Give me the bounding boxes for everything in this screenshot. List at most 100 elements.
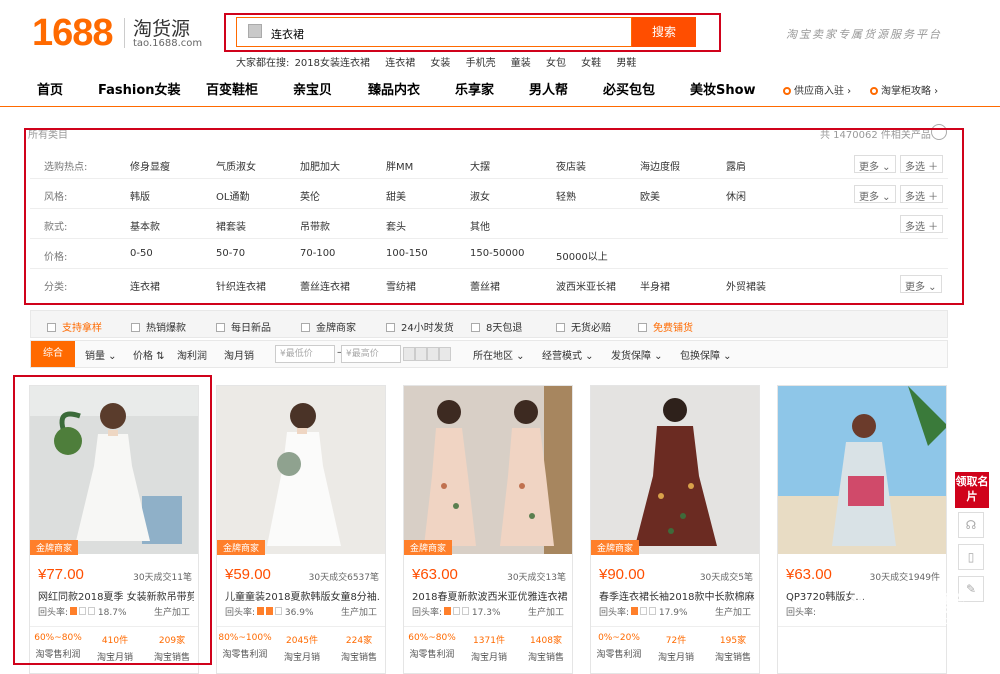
checkbox-gold[interactable]: 金牌商家 (301, 319, 356, 334)
checkbox-free[interactable]: 免费铺货 (638, 319, 693, 334)
logo-divider (124, 18, 125, 48)
nav-item-bags[interactable]: 必买包包 (603, 79, 655, 98)
rating-bar-icon (257, 607, 265, 615)
gold-merchant-badge: 金牌商家 (217, 540, 266, 555)
repeat-rate-value: 36.9% (284, 608, 314, 618)
checkbox-sample[interactable]: 支持拿样 (47, 319, 102, 334)
sort-sales[interactable]: 销量 ⌄ (85, 347, 117, 362)
product-title[interactable]: 春季连衣裙长袖2018款中长款棉麻... (599, 588, 755, 603)
repeat-rate-label: 回头率: (225, 608, 256, 618)
dropdown-label: 所在地区 (473, 351, 513, 362)
repeat-rate-value: 17.3% (471, 608, 501, 618)
sort-price[interactable]: 价格 ⇅ (133, 347, 165, 362)
dropdown-label: 发货保障 (611, 351, 651, 362)
dropdown-label: 经营模式 (542, 351, 582, 362)
guide-link[interactable]: 淘掌柜攻略 › (870, 82, 938, 97)
nav-item-fashion[interactable]: Fashion女装 (98, 79, 181, 98)
product-stats (778, 626, 946, 673)
min-price-input[interactable]: ¥最低价 (275, 345, 335, 363)
nav-item-home-living[interactable]: 乐享家 (455, 79, 494, 98)
nav-item-underwear[interactable]: 臻品内衣 (368, 79, 420, 98)
checkbox-hot[interactable]: 热销爆款 (131, 319, 186, 334)
logo-number[interactable]: 1688 (32, 12, 114, 55)
rating-bar-icon (649, 607, 657, 615)
checkbox-24h[interactable]: 24小时发货 (386, 319, 454, 334)
product-title[interactable]: 儿童童装2018夏款韩版女童8分袖... (225, 588, 381, 603)
stat-value: 72件 (665, 636, 687, 646)
search-input-value[interactable]: 连衣裙 (271, 26, 304, 42)
dropdown-label: 包换保障 (680, 351, 720, 362)
hot-search-term[interactable]: 女包 (546, 58, 566, 69)
nav-item-baby[interactable]: 亲宝贝 (293, 79, 332, 98)
stat-value: 2045件 (286, 636, 318, 646)
product-stats: 60%~80% 淘零售利润 1371件 淘宝月销 1408家 淘宝销售 (404, 626, 572, 673)
dropdown-mode[interactable]: 经营模式 ⌄ (542, 347, 594, 362)
repeat-rate-label: 回头率: (412, 608, 443, 618)
product-stats: 0%~20% 淘零售利润 72件 淘宝月销 195家 淘宝销售 (591, 626, 759, 673)
logo-name[interactable]: 淘货源 (133, 14, 190, 41)
slogan: 淘宝卖家专属货源服务平台 (786, 28, 942, 41)
product-image[interactable] (778, 386, 946, 554)
main-nav: 首页 Fashion女装 百变鞋柜 亲宝贝 臻品内衣 乐享家 男人帮 必买包包 … (0, 79, 1000, 107)
logo-domain: tao.1688.com (133, 38, 203, 49)
phone-icon[interactable]: ▯ (958, 544, 984, 570)
stat-label: 淘宝月销 (657, 653, 694, 663)
checkbox-icon (471, 323, 480, 332)
sort-default[interactable]: 综合 (31, 341, 75, 367)
hot-search-term[interactable]: 2018女装连衣裙 (295, 58, 370, 69)
hot-search-term[interactable]: 男鞋 (616, 58, 636, 69)
cube-icon (248, 24, 262, 38)
view-toggle-icon[interactable] (415, 347, 427, 361)
nav-item-shoes[interactable]: 百变鞋柜 (206, 79, 258, 98)
dropdown-exchange[interactable]: 包换保障 ⌄ (680, 347, 732, 362)
nav-item-beauty[interactable]: 美妆Show (690, 79, 756, 98)
stat-label: 淘零售利润 (409, 650, 455, 660)
get-card-button[interactable]: 领取名片 (955, 472, 989, 508)
checkbox-icon (301, 323, 310, 332)
dropdown-shipping[interactable]: 发货保障 ⌄ (611, 347, 663, 362)
hot-search-term[interactable]: 连衣裙 (385, 58, 415, 69)
product-title[interactable]: 2018春夏新款波西米亚优雅连衣裙 (412, 588, 568, 603)
hot-search-term[interactable]: 童装 (511, 58, 531, 69)
view-toggle-icon[interactable] (427, 347, 439, 361)
product-card[interactable]: ¥63.00 30天成交1949件 QP3720韩版女... 回头率: (777, 385, 947, 674)
product-image[interactable] (591, 386, 759, 554)
checkbox-compensate[interactable]: 无货必赔 (556, 319, 611, 334)
dropdown-region[interactable]: 所在地区 ⌄ (473, 347, 525, 362)
hot-search-term[interactable]: 女装 (430, 58, 450, 69)
search-button[interactable]: 搜索 (632, 17, 696, 47)
rating-bar-icon (266, 607, 274, 615)
product-price: ¥63.00 (412, 566, 458, 583)
view-toggle-icon[interactable] (439, 347, 451, 361)
checkbox-return[interactable]: 8天包退 (471, 319, 522, 334)
repeat-rate: 回头率: (786, 605, 816, 618)
hot-search-term[interactable]: 手机壳 (466, 58, 496, 69)
circle-icon (870, 87, 878, 95)
rating-bar-icon (462, 607, 470, 615)
repeat-rate-label: 回头率: (599, 608, 630, 618)
stat-value: 1371件 (473, 636, 505, 646)
supplier-join-link[interactable]: 供应商入驻 › (783, 82, 851, 97)
repeat-rate: 回头率: 17.3% (412, 605, 501, 618)
product-image[interactable] (404, 386, 572, 554)
sort-label: 销量 (85, 351, 105, 362)
guide-label: 淘掌柜攻略 (881, 86, 931, 97)
headset-icon[interactable]: ☊ (958, 512, 984, 538)
sort-monthly[interactable]: 淘月销 (224, 347, 254, 362)
checkbox-label: 每日新品 (231, 323, 271, 334)
repeat-rate-value: 17.9% (658, 608, 688, 618)
checkbox-icon (386, 323, 395, 332)
product-card[interactable]: 金牌商家 ¥90.00 30天成交5笔 春季连衣裙长袖2018款中长款棉麻...… (590, 385, 760, 674)
product-card[interactable]: 金牌商家 ¥59.00 30天成交6537笔 儿童童装2018夏款韩版女童8分袖… (216, 385, 386, 674)
max-price-input[interactable]: ¥最高价 (341, 345, 401, 363)
checkbox-icon (131, 323, 140, 332)
stat-label: 淘宝销售 (527, 653, 564, 663)
sort-profit[interactable]: 淘利润 (177, 347, 207, 362)
nav-item-home[interactable]: 首页 (37, 79, 63, 98)
hot-search-term[interactable]: 女鞋 (581, 58, 601, 69)
product-image[interactable] (217, 386, 385, 554)
checkbox-new[interactable]: 每日新品 (216, 319, 271, 334)
nav-item-men[interactable]: 男人帮 (529, 79, 568, 98)
view-toggle-icon[interactable] (403, 347, 415, 361)
product-card[interactable]: 金牌商家 ¥63.00 30天成交13笔 2018春夏新款波西米亚优雅连衣裙 回… (403, 385, 573, 674)
